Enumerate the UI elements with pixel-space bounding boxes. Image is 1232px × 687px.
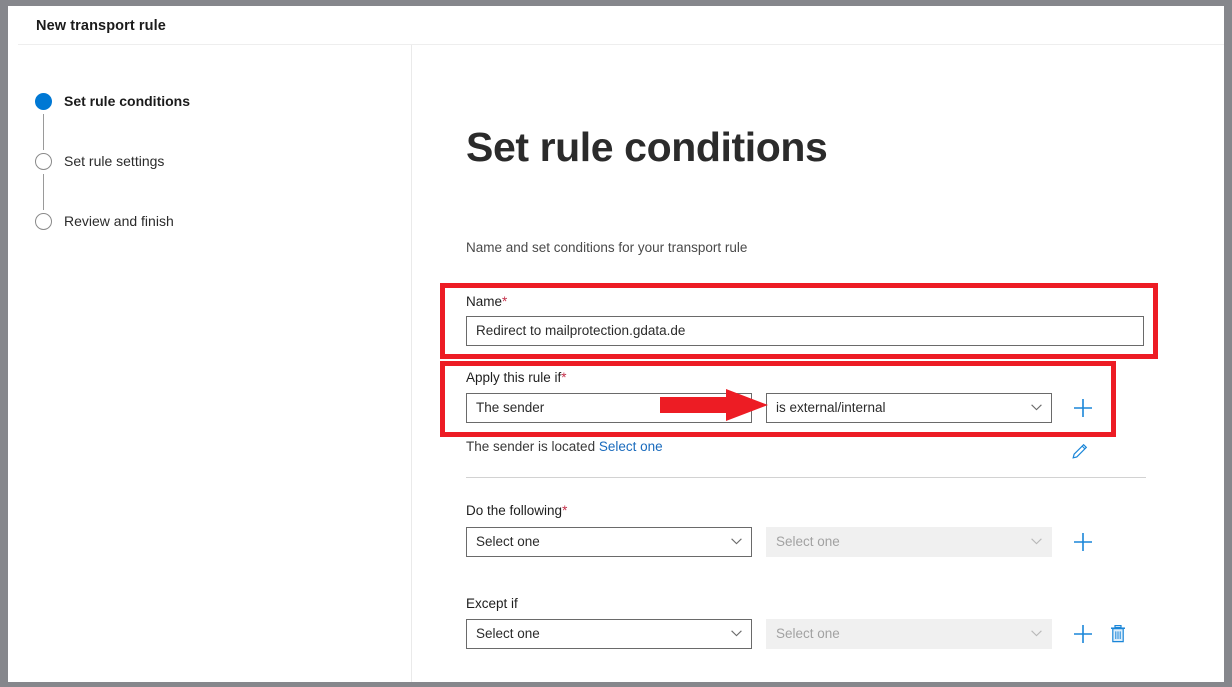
action-dropdown-value: Select one [476, 534, 540, 549]
pencil-icon[interactable] [1070, 441, 1090, 461]
name-input-value: Redirect to mailprotection.gdata.de [476, 323, 686, 338]
condition-dropdown[interactable]: The sender [466, 393, 752, 423]
dialog-titlebar: New transport rule [8, 6, 1224, 44]
chevron-down-icon [1031, 404, 1042, 411]
step-connector-line [43, 174, 45, 210]
sidebar-item-label: Review and finish [64, 213, 174, 229]
step-marker-inactive-icon [35, 213, 52, 230]
condition-summary-link[interactable]: Select one [599, 439, 663, 454]
dialog-window: New transport rule Set rule conditions S… [8, 6, 1224, 682]
condition-summary-prefix: The sender is located [466, 439, 596, 454]
chevron-down-icon [731, 538, 742, 545]
name-input[interactable]: Redirect to mailprotection.gdata.de [466, 316, 1144, 346]
action-dropdown[interactable]: Select one [466, 527, 752, 557]
do-the-following-label: Do the following* [466, 503, 567, 518]
add-action-button[interactable] [1072, 531, 1094, 553]
required-asterisk: * [562, 503, 568, 518]
condition-summary: The sender is located Select one [466, 439, 663, 454]
apply-rule-if-label-text: Apply this rule if [466, 370, 562, 385]
operator-dropdown-value: is external/internal [776, 400, 886, 415]
exception-dropdown-value: Select one [476, 626, 540, 641]
sidebar-item-set-rule-conditions[interactable]: Set rule conditions [35, 93, 375, 153]
required-asterisk: * [561, 370, 567, 385]
exception-detail-dropdown-value: Select one [776, 626, 840, 641]
add-exception-button[interactable] [1072, 623, 1094, 645]
step-marker-inactive-icon [35, 153, 52, 170]
section-divider [466, 477, 1146, 478]
trash-icon[interactable] [1108, 623, 1128, 645]
exception-dropdown[interactable]: Select one [466, 619, 752, 649]
chevron-down-icon [1031, 538, 1042, 545]
sidebar-item-label: Set rule settings [64, 153, 165, 169]
screenshot-root: New transport rule Set rule conditions S… [0, 0, 1232, 687]
step-marker-active-icon [35, 93, 52, 110]
sidebar-item-label: Set rule conditions [64, 93, 191, 109]
sidebar-item-review-and-finish[interactable]: Review and finish [35, 213, 375, 273]
name-field-label-text: Name [466, 294, 503, 309]
action-detail-dropdown[interactable]: Select one [766, 527, 1052, 557]
step-connector-line [43, 114, 45, 150]
except-if-label: Except if [466, 596, 518, 611]
exception-detail-dropdown[interactable]: Select one [766, 619, 1052, 649]
dialog-title: New transport rule [36, 18, 166, 34]
wizard-content-pane: Set rule conditions Name and set conditi… [412, 45, 1224, 682]
page-subtitle: Name and set conditions for your transpo… [466, 240, 748, 255]
page-title: Set rule conditions [466, 124, 828, 170]
wizard-step-list: Set rule conditions Set rule settings Re… [35, 93, 375, 273]
chevron-down-icon [1031, 630, 1042, 637]
condition-dropdown-value: The sender [476, 400, 545, 415]
add-condition-button[interactable] [1072, 397, 1094, 419]
do-the-following-label-text: Do the following [466, 503, 563, 518]
name-field-label: Name* [466, 294, 507, 309]
apply-rule-if-label: Apply this rule if* [466, 370, 567, 385]
operator-dropdown[interactable]: is external/internal [766, 393, 1052, 423]
required-asterisk: * [502, 294, 508, 309]
except-if-label-text: Except if [466, 596, 518, 611]
sidebar-item-set-rule-settings[interactable]: Set rule settings [35, 153, 375, 213]
chevron-down-icon [731, 630, 742, 637]
wizard-sidebar: Set rule conditions Set rule settings Re… [8, 45, 411, 682]
action-detail-dropdown-value: Select one [776, 534, 840, 549]
